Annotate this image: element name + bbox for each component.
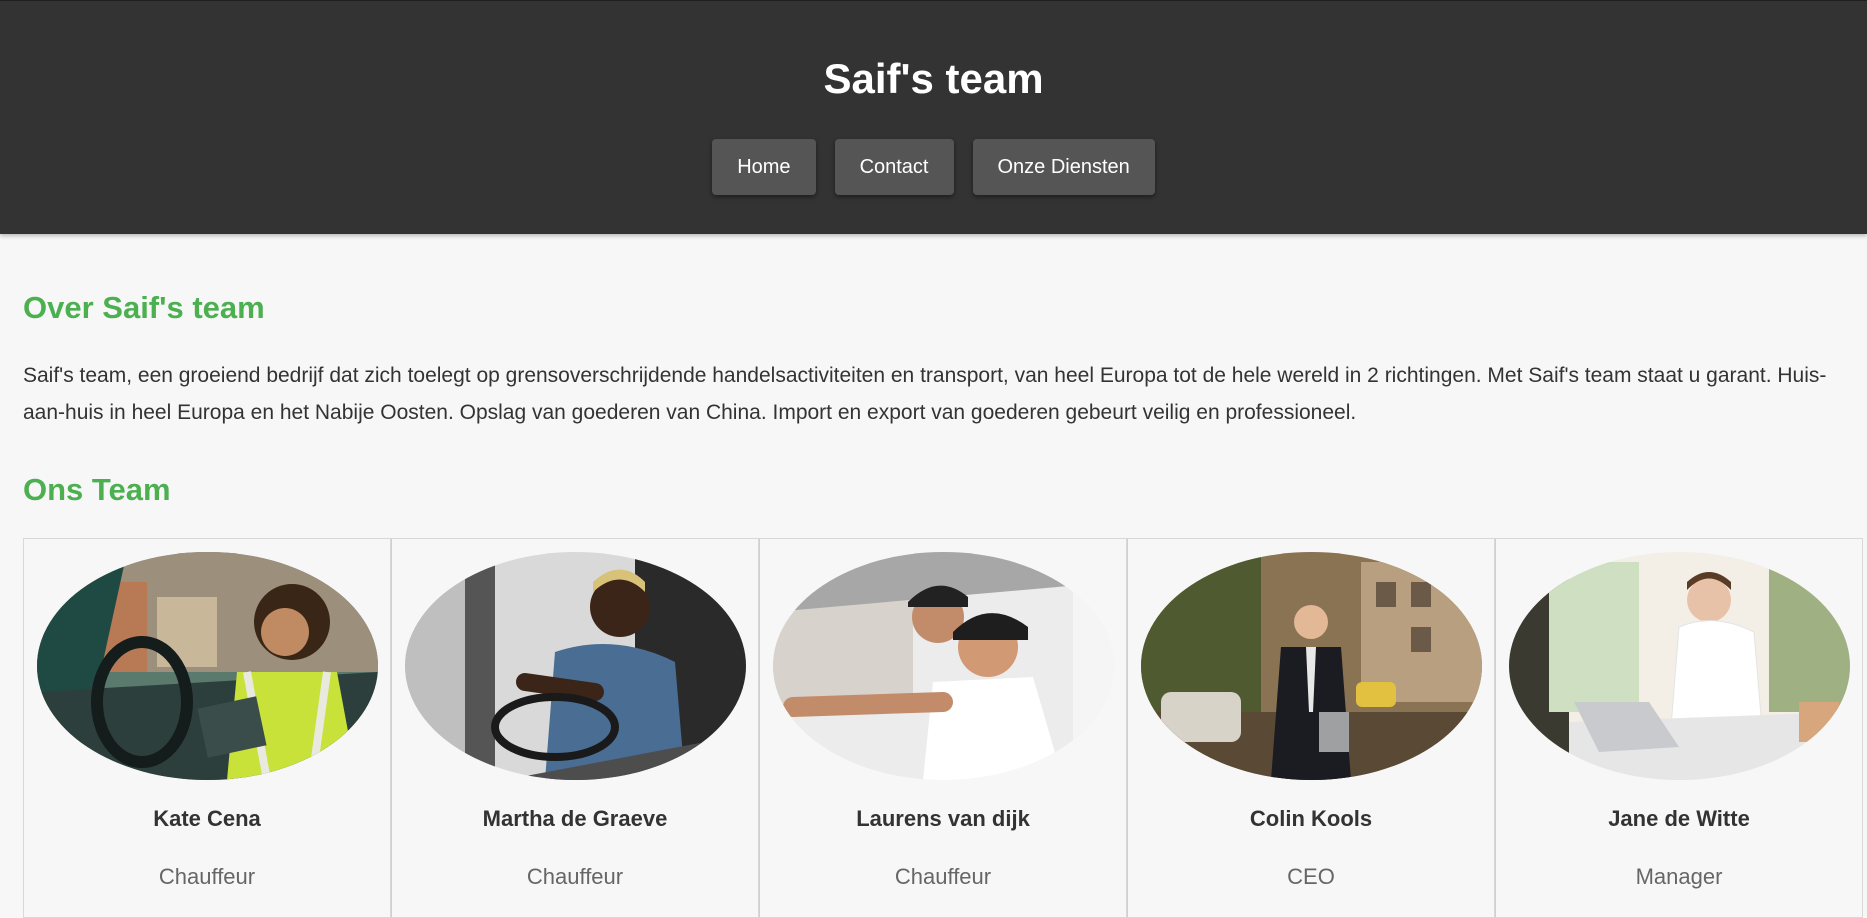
member-role: Manager (1635, 864, 1723, 889)
team-card: Laurens van dijk Chauffeur (759, 538, 1127, 918)
member-role: Chauffeur (894, 864, 992, 889)
member-name: Martha de Graeve (482, 806, 668, 831)
nav-home-button[interactable]: Home (712, 139, 816, 195)
team-card: Kate Cena Chauffeur (23, 538, 391, 918)
team-card: Jane de Witte Manager (1495, 538, 1863, 918)
member-name: Laurens van dijk (856, 806, 1030, 831)
member-name: Colin Kools (1249, 806, 1373, 831)
about-text: Saif's team, een groeiend bedrijf dat zi… (23, 364, 1827, 424)
site-title: Saif's team (823, 55, 1044, 102)
site-header: Saif's team Home Contact Onze Diensten (0, 0, 1867, 234)
team-card: Martha de Graeve Chauffeur (391, 538, 759, 918)
member-role: Chauffeur (158, 864, 256, 889)
member-name: Jane de Witte (1608, 806, 1750, 831)
member-photo (773, 552, 1114, 780)
team-heading: Ons Team (23, 472, 171, 507)
about-heading: Over Saif's team (23, 290, 265, 325)
member-photo (1509, 552, 1850, 780)
member-photo (1141, 552, 1482, 780)
member-name: Kate Cena (153, 806, 261, 831)
team-grid: Kate Cena Chauffeur Martha de Graeve Cha… (23, 538, 1866, 918)
nav-services-button[interactable]: Onze Diensten (972, 139, 1155, 195)
main-nav: Home Contact Onze Diensten (0, 139, 1867, 195)
member-role: Chauffeur (526, 864, 624, 889)
member-role: CEO (1287, 864, 1335, 889)
team-card: Colin Kools CEO (1127, 538, 1495, 918)
nav-contact-button[interactable]: Contact (834, 139, 954, 195)
member-photo (37, 552, 378, 780)
member-photo (405, 552, 746, 780)
